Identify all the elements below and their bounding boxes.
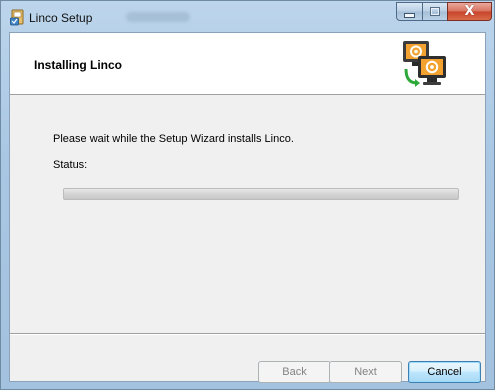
close-icon: X: [464, 4, 475, 19]
cancel-button[interactable]: Cancel: [408, 361, 481, 383]
next-button[interactable]: Next: [329, 361, 402, 383]
page-title: Installing Linco: [34, 58, 123, 72]
maximize-button[interactable]: [422, 2, 448, 21]
status-label: Status:: [53, 159, 88, 171]
network-computers-icon: [400, 39, 450, 89]
setup-window: Linco Setup X Installing Linco Please wa…: [0, 0, 495, 390]
setup-app-icon: [10, 9, 26, 26]
minimize-icon: [404, 12, 415, 18]
maximize-icon: [430, 7, 440, 16]
header-banner: Installing Linco: [10, 33, 485, 95]
minimize-button[interactable]: [396, 2, 423, 21]
install-progress-bar: [63, 188, 459, 200]
back-button[interactable]: Back: [258, 361, 331, 383]
dialog-client-area: Installing Linco Please wait while the S…: [9, 32, 486, 383]
close-button[interactable]: X: [447, 2, 492, 21]
title-bar[interactable]: Linco Setup X: [1, 1, 494, 33]
button-divider: [10, 333, 485, 335]
title-blurred-text: [126, 12, 190, 22]
install-description: Please wait while the Setup Wizard insta…: [53, 133, 294, 145]
window-title: Linco Setup: [29, 11, 93, 25]
